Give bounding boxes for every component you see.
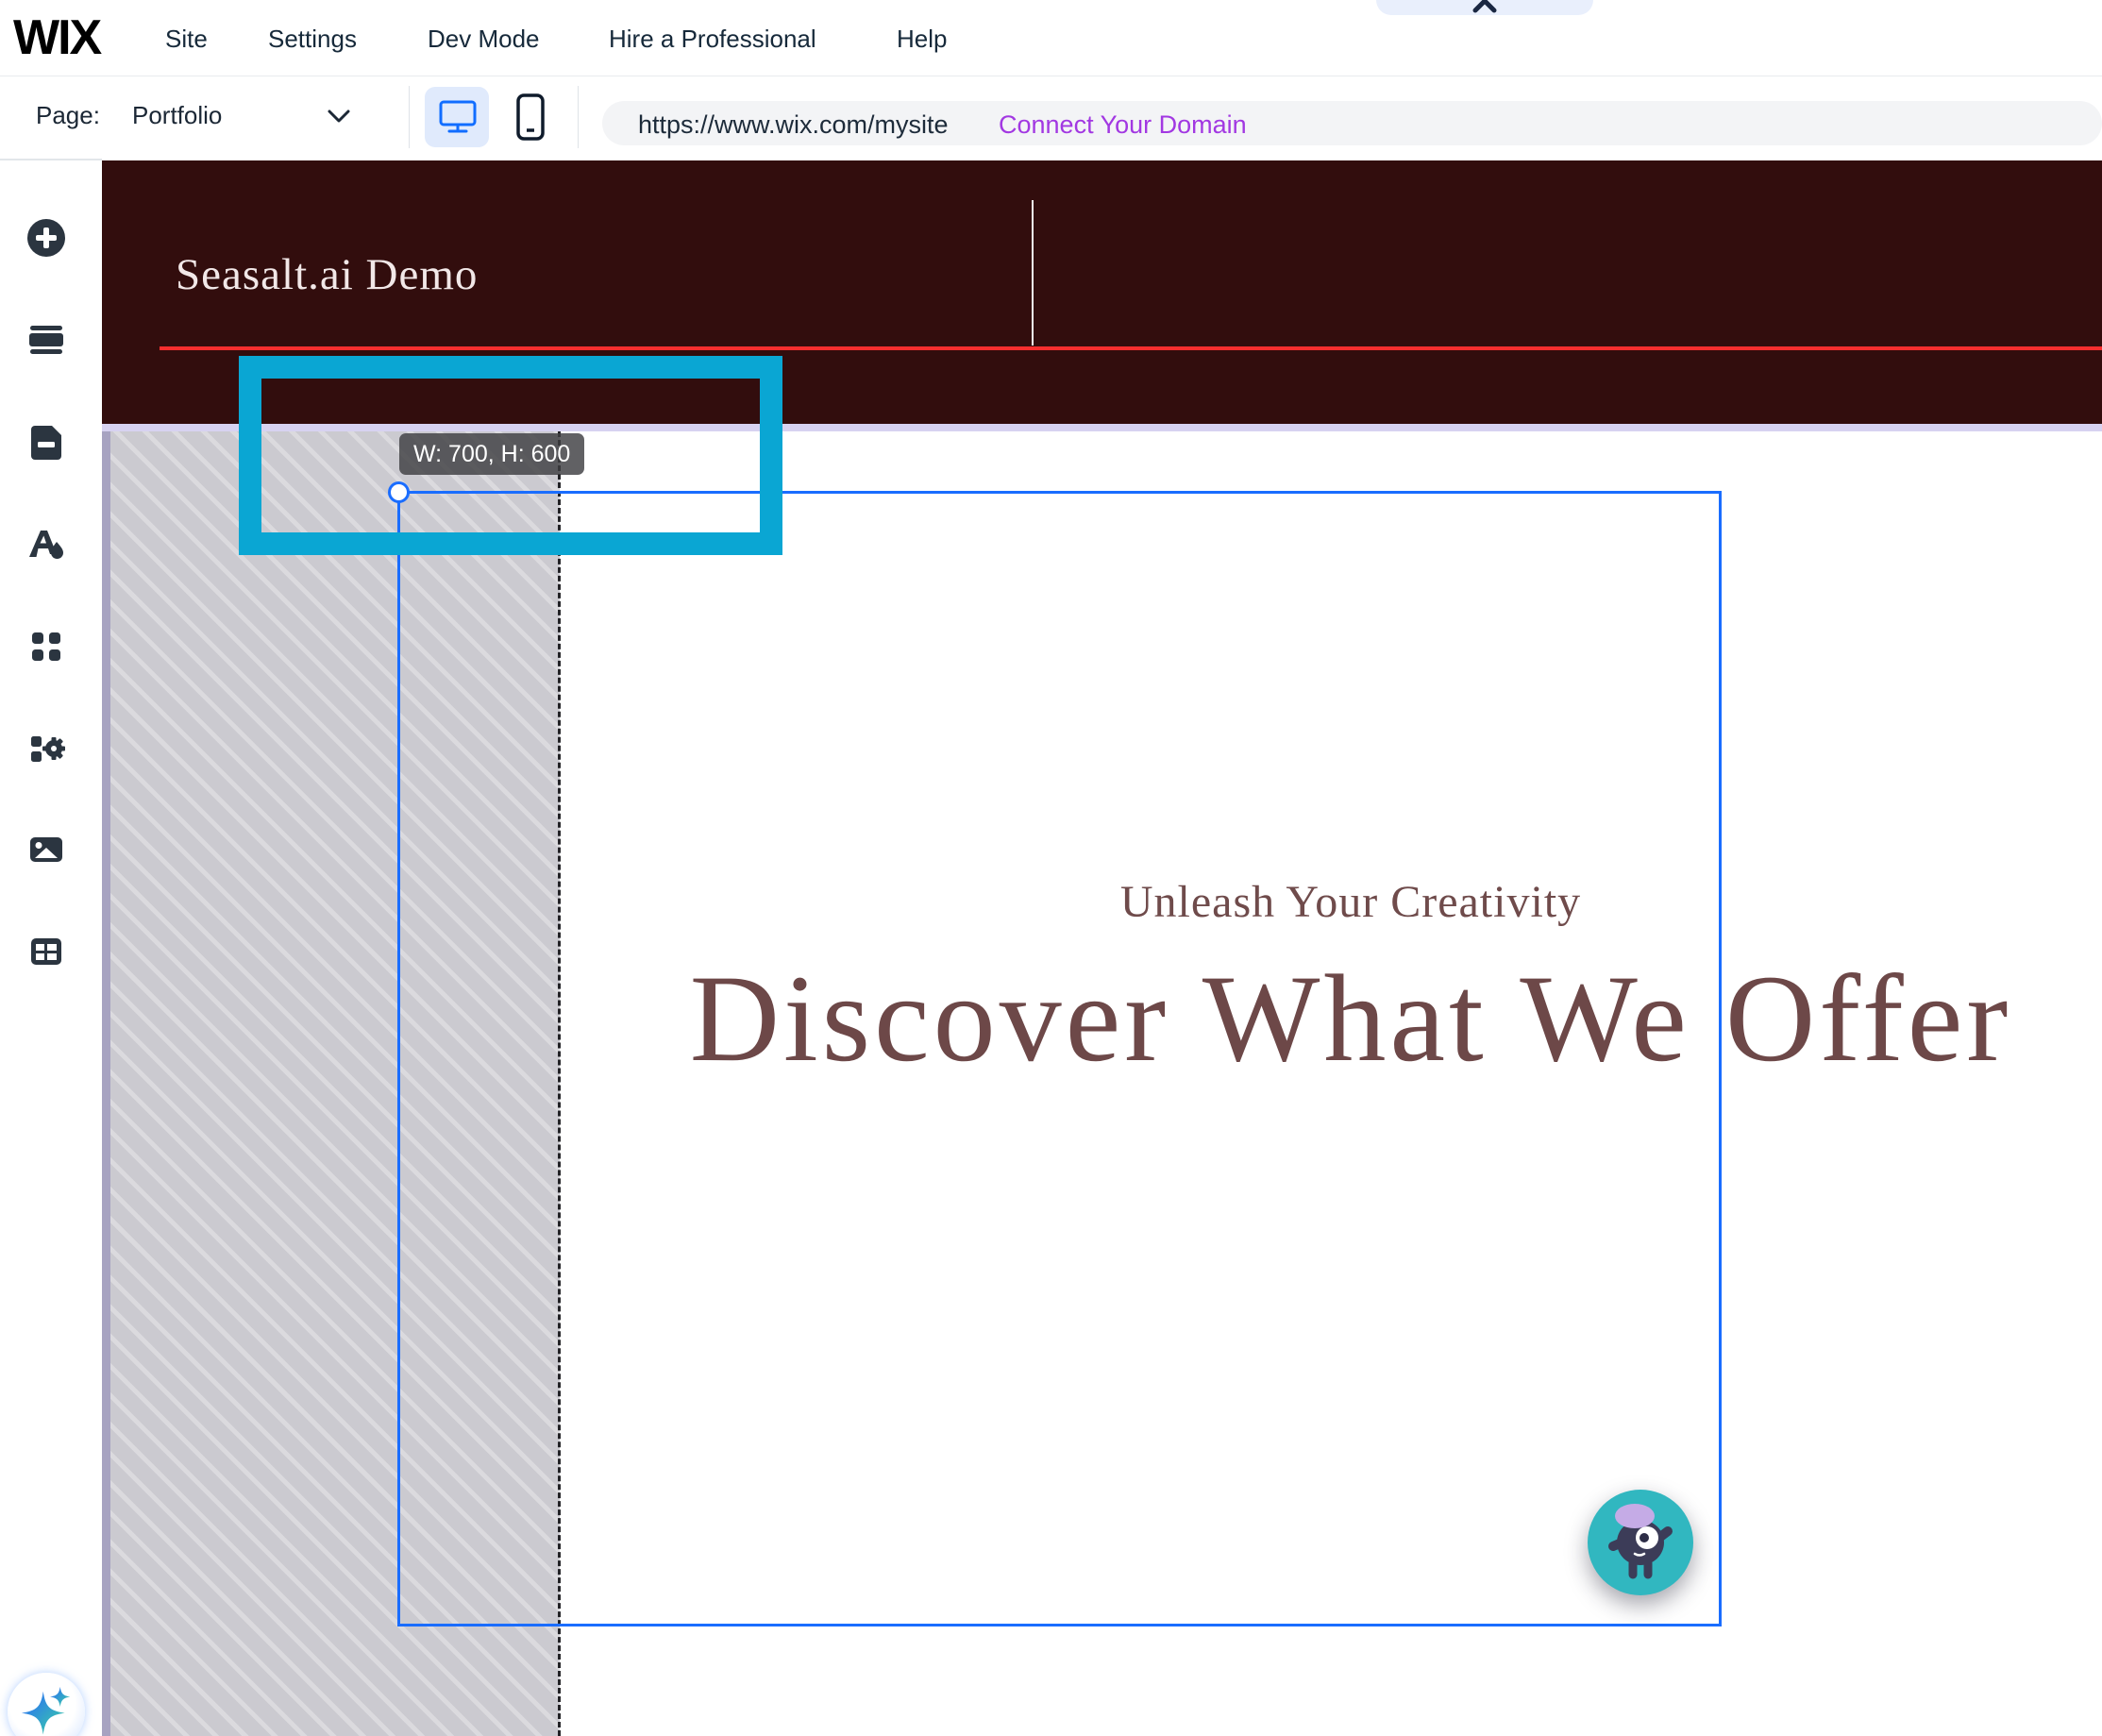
connect-domain-link[interactable]: Connect Your Domain bbox=[999, 110, 1247, 140]
chevron-down-icon[interactable] bbox=[327, 109, 351, 124]
desktop-icon bbox=[439, 100, 477, 133]
toolbar-divider bbox=[578, 86, 579, 148]
site-design-icon[interactable] bbox=[25, 523, 67, 565]
collapse-panel-button[interactable] bbox=[1376, 0, 1593, 15]
toolbar-divider bbox=[409, 86, 410, 148]
header-divider-line bbox=[1032, 200, 1034, 346]
header-red-underline bbox=[160, 346, 2102, 350]
monster-avatar-icon bbox=[1608, 1504, 1673, 1579]
selected-element-outline[interactable] bbox=[397, 491, 1722, 1626]
section-highlight-frame[interactable] bbox=[239, 356, 782, 555]
wix-editor-window: Seasalt.ai Demo Unleash Your Creativity … bbox=[0, 0, 2102, 1736]
menu-site[interactable]: Site bbox=[165, 25, 208, 54]
menu-dev-mode[interactable]: Dev Mode bbox=[428, 25, 540, 54]
ai-sparkles-icon bbox=[21, 1686, 71, 1735]
layouts-icon[interactable] bbox=[25, 931, 67, 972]
page-selector[interactable]: Portfolio bbox=[132, 101, 222, 130]
wix-ai-assistant-button[interactable] bbox=[8, 1673, 85, 1736]
chevron-up-icon bbox=[1472, 0, 1497, 13]
margin-hatch-left-edge bbox=[102, 431, 110, 1736]
menu-settings[interactable]: Settings bbox=[268, 25, 357, 54]
site-title-text[interactable]: Seasalt.ai Demo bbox=[176, 249, 478, 300]
add-elements-icon[interactable] bbox=[25, 217, 67, 259]
app-market-icon[interactable] bbox=[25, 626, 67, 667]
mobile-view-toggle[interactable] bbox=[515, 93, 546, 141]
menu-hire-a-professional[interactable]: Hire a Professional bbox=[609, 25, 816, 54]
chat-widget-button[interactable] bbox=[1588, 1490, 1693, 1595]
editor-toolbar: Page: Portfolio https://www.wix.com/mysi… bbox=[0, 76, 2102, 159]
site-url-text: https://www.wix.com/mysite bbox=[638, 110, 949, 139]
mobile-icon bbox=[516, 93, 545, 141]
add-section-icon[interactable] bbox=[25, 318, 67, 360]
menu-help[interactable]: Help bbox=[897, 25, 947, 54]
pages-menu-icon[interactable] bbox=[25, 422, 67, 463]
wix-logo[interactable]: WIX bbox=[13, 9, 102, 66]
desktop-view-toggle[interactable] bbox=[425, 87, 489, 147]
media-icon[interactable] bbox=[25, 829, 67, 870]
editor-left-sidebar bbox=[0, 159, 102, 1736]
page-label: Page: bbox=[36, 101, 100, 129]
cms-icon[interactable] bbox=[25, 728, 67, 769]
editor-top-bar: WIX Site Settings Dev Mode Hire a Profes… bbox=[0, 0, 2102, 76]
